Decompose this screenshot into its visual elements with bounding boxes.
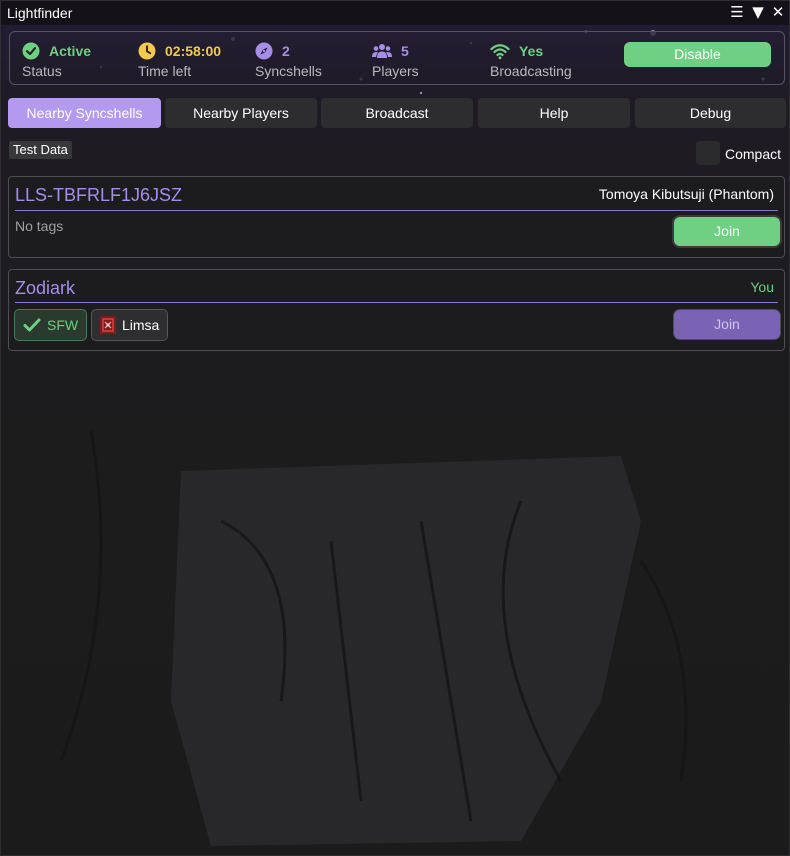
- tab-nearby-syncshells[interactable]: Nearby Syncshells: [8, 98, 161, 128]
- window-title: Lightfinder: [7, 5, 73, 21]
- broadcasting-value: Yes: [519, 43, 544, 59]
- time-left-value: 02:58:00: [165, 43, 222, 59]
- users-icon: [372, 44, 392, 58]
- check-circle-icon: [22, 42, 40, 60]
- compact-label: Compact: [725, 146, 782, 162]
- syncshell-card: Zodiark You SFW Limsa Join: [8, 269, 785, 351]
- triangle-down-icon[interactable]: ▼: [749, 3, 767, 21]
- broadcasting-label: Broadcasting: [490, 63, 572, 79]
- compact-checkbox[interactable]: [696, 141, 720, 165]
- tag-label: SFW: [47, 317, 79, 333]
- status-panel: Active Status 02:58:00 Time left 2 Syncs…: [9, 31, 785, 85]
- clock-icon: [138, 42, 156, 60]
- time-left-stat: 02:58:00 Time left: [138, 40, 221, 79]
- tab-debug[interactable]: Debug: [635, 98, 786, 128]
- limsa-emblem-icon: [100, 316, 116, 334]
- time-left-label: Time left: [138, 63, 192, 79]
- broadcasting-stat: Yes Broadcasting: [490, 40, 572, 79]
- syncshells-value: 2: [282, 43, 290, 59]
- tab-nearby-players[interactable]: Nearby Players: [165, 98, 317, 128]
- card-divider: [15, 302, 778, 303]
- syncshell-owner: Tomoya Kibutsuji (Phantom): [598, 186, 774, 202]
- players-value: 5: [401, 43, 409, 59]
- title-bar: Lightfinder ☰ ▼ ✕: [1, 1, 789, 25]
- compass-icon: [255, 42, 273, 60]
- players-label: Players: [372, 63, 419, 79]
- no-tags-text: No tags: [15, 218, 64, 234]
- status-stat: Active Status: [22, 40, 91, 79]
- wifi-icon: [490, 44, 510, 60]
- background-art: [1, 1, 789, 855]
- syncshell-name: Zodiark: [15, 278, 76, 298]
- status-label: Status: [22, 63, 62, 79]
- checkmark-icon: [23, 318, 41, 332]
- tag-sfw[interactable]: SFW: [14, 309, 88, 341]
- tag-limsa[interactable]: Limsa: [91, 309, 169, 341]
- syncshells-label: Syncshells: [255, 63, 322, 79]
- disable-button[interactable]: Disable: [624, 42, 771, 67]
- syncshell-owner: You: [750, 279, 774, 295]
- tab-broadcast[interactable]: Broadcast: [321, 98, 473, 128]
- syncshell-card: LLS-TBFRLF1J6JSZ Tomoya Kibutsuji (Phant…: [8, 176, 785, 258]
- syncshells-stat: 2 Syncshells: [255, 40, 322, 79]
- tab-help[interactable]: Help: [478, 98, 630, 128]
- syncshell-name: LLS-TBFRLF1J6JSZ: [15, 185, 183, 205]
- tab-bar: Nearby Syncshells Nearby Players Broadca…: [8, 98, 786, 128]
- lightfinder-window: Lightfinder ☰ ▼ ✕ Active Status 02:58:00…: [0, 0, 790, 856]
- status-value: Active: [49, 43, 92, 59]
- card-divider: [15, 210, 778, 211]
- join-button[interactable]: Join: [674, 310, 780, 339]
- close-icon[interactable]: ✕: [769, 3, 787, 21]
- tag-label: Limsa: [122, 317, 160, 333]
- players-stat: 5 Players: [372, 40, 419, 79]
- join-button[interactable]: Join: [674, 217, 780, 246]
- hamburger-menu-icon[interactable]: ☰: [728, 3, 746, 21]
- test-data-badge: Test Data: [9, 141, 72, 159]
